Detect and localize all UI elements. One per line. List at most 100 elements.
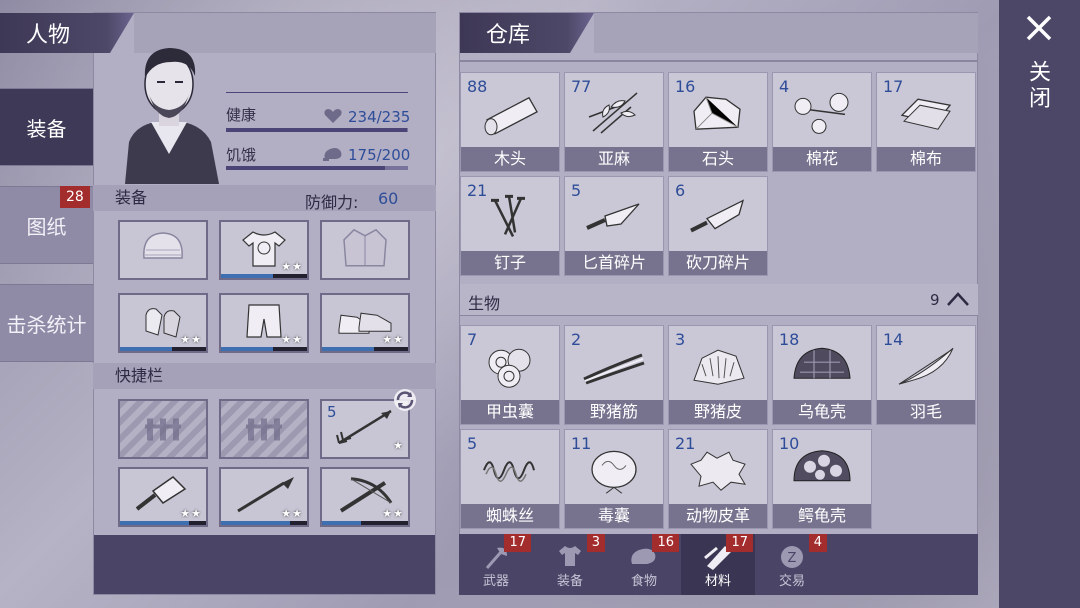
defense-value: 60 xyxy=(378,189,399,208)
item-machete-shard[interactable]: 6 砍刀碎片 xyxy=(668,176,768,276)
slot-stars: ★★ xyxy=(281,260,303,273)
quickbar-section-header: 快捷栏 xyxy=(93,363,436,389)
croc-shell-icon xyxy=(793,450,851,482)
storage-header-strip xyxy=(594,13,978,53)
dagger-shard-icon xyxy=(586,203,640,230)
beetle-sac-icon xyxy=(488,348,531,388)
equip-slot-jacket[interactable] xyxy=(320,220,410,280)
coin-icon: Z xyxy=(781,546,803,568)
nails-icon xyxy=(491,194,525,237)
item-wood[interactable]: 88 木头 xyxy=(460,72,560,172)
item-boar-sinew[interactable]: 2 野猪筋 xyxy=(564,325,664,425)
close-panel[interactable]: 关闭 xyxy=(999,0,1080,608)
hunger-label: 饥饿 xyxy=(226,146,257,164)
cotton-icon xyxy=(794,92,849,134)
item-name: 毒囊 xyxy=(565,504,663,528)
sidebar-item-equipment[interactable]: 装备 xyxy=(0,88,93,166)
item-flax[interactable]: 77 亚麻 xyxy=(564,72,664,172)
tab-equipment[interactable]: 装备 3 xyxy=(533,534,607,595)
character-title: 人物 xyxy=(26,23,71,48)
close-label[interactable]: 关闭 xyxy=(1025,60,1053,112)
item-count: 5 xyxy=(571,181,582,200)
tab-food[interactable]: 食物 16 xyxy=(607,534,681,595)
item-stone[interactable]: 16 石头 xyxy=(668,72,768,172)
close-icon[interactable] xyxy=(1025,14,1053,42)
durability-bar xyxy=(120,521,206,525)
poison-sac-icon xyxy=(591,450,637,494)
tab-label: 武器 xyxy=(482,574,509,589)
log-icon xyxy=(484,96,538,136)
heart-icon xyxy=(324,109,342,123)
durability-bar xyxy=(322,521,408,525)
tab-label: 食物 xyxy=(630,574,657,589)
sidebar-item-kill-stats[interactable]: 击杀统计 xyxy=(0,284,93,362)
item-leather[interactable]: 21 动物皮革 xyxy=(668,429,768,529)
item-name: 木头 xyxy=(461,147,559,171)
chevron-up-icon[interactable] xyxy=(945,290,971,308)
boar-sinew-icon xyxy=(583,353,645,385)
quickbar-slot-6[interactable]: ★★ xyxy=(320,467,410,527)
item-name: 石头 xyxy=(669,147,767,171)
item-count: 3 xyxy=(675,330,686,349)
item-spider-silk[interactable]: 5 蜘蛛丝 xyxy=(460,429,560,529)
cloth-icon xyxy=(900,98,952,130)
item-turtle-shell[interactable]: 18 乌龟壳 xyxy=(772,325,872,425)
item-poison-sac[interactable]: 11 毒囊 xyxy=(564,429,664,529)
tab-label: 装备 xyxy=(556,574,583,589)
item-count: 6 xyxy=(675,181,686,200)
durability-bar xyxy=(221,274,307,278)
equip-slot-body[interactable]: ★★ xyxy=(219,220,309,280)
slot-stars: ★★ xyxy=(180,507,202,520)
item-name: 棉布 xyxy=(877,147,975,171)
tab-badge: 17 xyxy=(726,534,753,552)
item-count: 5 xyxy=(467,434,478,453)
sidebar-item-label: 击杀统计 xyxy=(6,312,87,337)
equip-slot-legs[interactable]: ★★ xyxy=(219,293,309,353)
item-nails[interactable]: 21 钉子 xyxy=(460,176,560,276)
item-name: 甲虫囊 xyxy=(461,400,559,424)
tab-badge: 3 xyxy=(586,534,605,552)
equip-slot-head[interactable] xyxy=(118,220,208,280)
slot-stars: ★★ xyxy=(281,507,303,520)
item-name: 棉花 xyxy=(773,147,871,171)
tab-badge: 4 xyxy=(808,534,827,552)
item-name: 蜘蛛丝 xyxy=(461,504,559,528)
tab-label: 交易 xyxy=(778,574,805,589)
item-cotton[interactable]: 4 棉花 xyxy=(772,72,872,172)
item-cloth[interactable]: 17 棉布 xyxy=(876,72,976,172)
tab-weapons[interactable]: 武器 17 xyxy=(459,534,533,595)
equip-slot-hands[interactable]: ★★ xyxy=(118,293,208,353)
leather-icon xyxy=(690,451,746,491)
machete-shard-icon xyxy=(690,199,745,233)
item-beetle-sac[interactable]: 7 甲虫囊 xyxy=(460,325,560,425)
item-name: 亚麻 xyxy=(565,147,663,171)
arrow-icon xyxy=(336,409,392,445)
quickbar-slot-5[interactable]: ★★ xyxy=(219,467,309,527)
hunger-value: 175/200 xyxy=(348,146,411,164)
health-label: 健康 xyxy=(226,106,257,124)
item-name: 乌龟壳 xyxy=(773,400,871,424)
slot-stars: ★ xyxy=(393,439,404,452)
item-dagger-shard[interactable]: 5 匕首碎片 xyxy=(564,176,664,276)
quickbar-slot-1[interactable] xyxy=(118,399,208,459)
item-boar-hide[interactable]: 3 野猪皮 xyxy=(668,325,768,425)
slot-stars: ★★ xyxy=(281,333,303,346)
equip-slot-feet[interactable]: ★★ xyxy=(320,293,410,353)
tab-trade[interactable]: Z 交易 4 xyxy=(755,534,829,595)
swap-icon[interactable] xyxy=(390,387,420,413)
feather-icon xyxy=(898,347,954,385)
fence-icon xyxy=(246,418,282,441)
quickbar-slot-4[interactable]: ★★ xyxy=(118,467,208,527)
item-name: 野猪筋 xyxy=(565,400,663,424)
item-name: 野猪皮 xyxy=(669,400,767,424)
creature-section-header[interactable]: 生物 9 xyxy=(460,284,978,316)
item-croc-shell[interactable]: 10 鳄龟壳 xyxy=(772,429,872,529)
hunger-bar xyxy=(226,166,408,170)
durability-bar xyxy=(221,521,307,525)
quickbar-slot-2[interactable] xyxy=(219,399,309,459)
tab-materials[interactable]: 材料 17 xyxy=(681,534,755,595)
creature-section-count: 9 xyxy=(930,291,940,309)
item-feather[interactable]: 14 羽毛 xyxy=(876,325,976,425)
character-portrait xyxy=(125,48,219,184)
spider-silk-icon xyxy=(483,461,535,482)
